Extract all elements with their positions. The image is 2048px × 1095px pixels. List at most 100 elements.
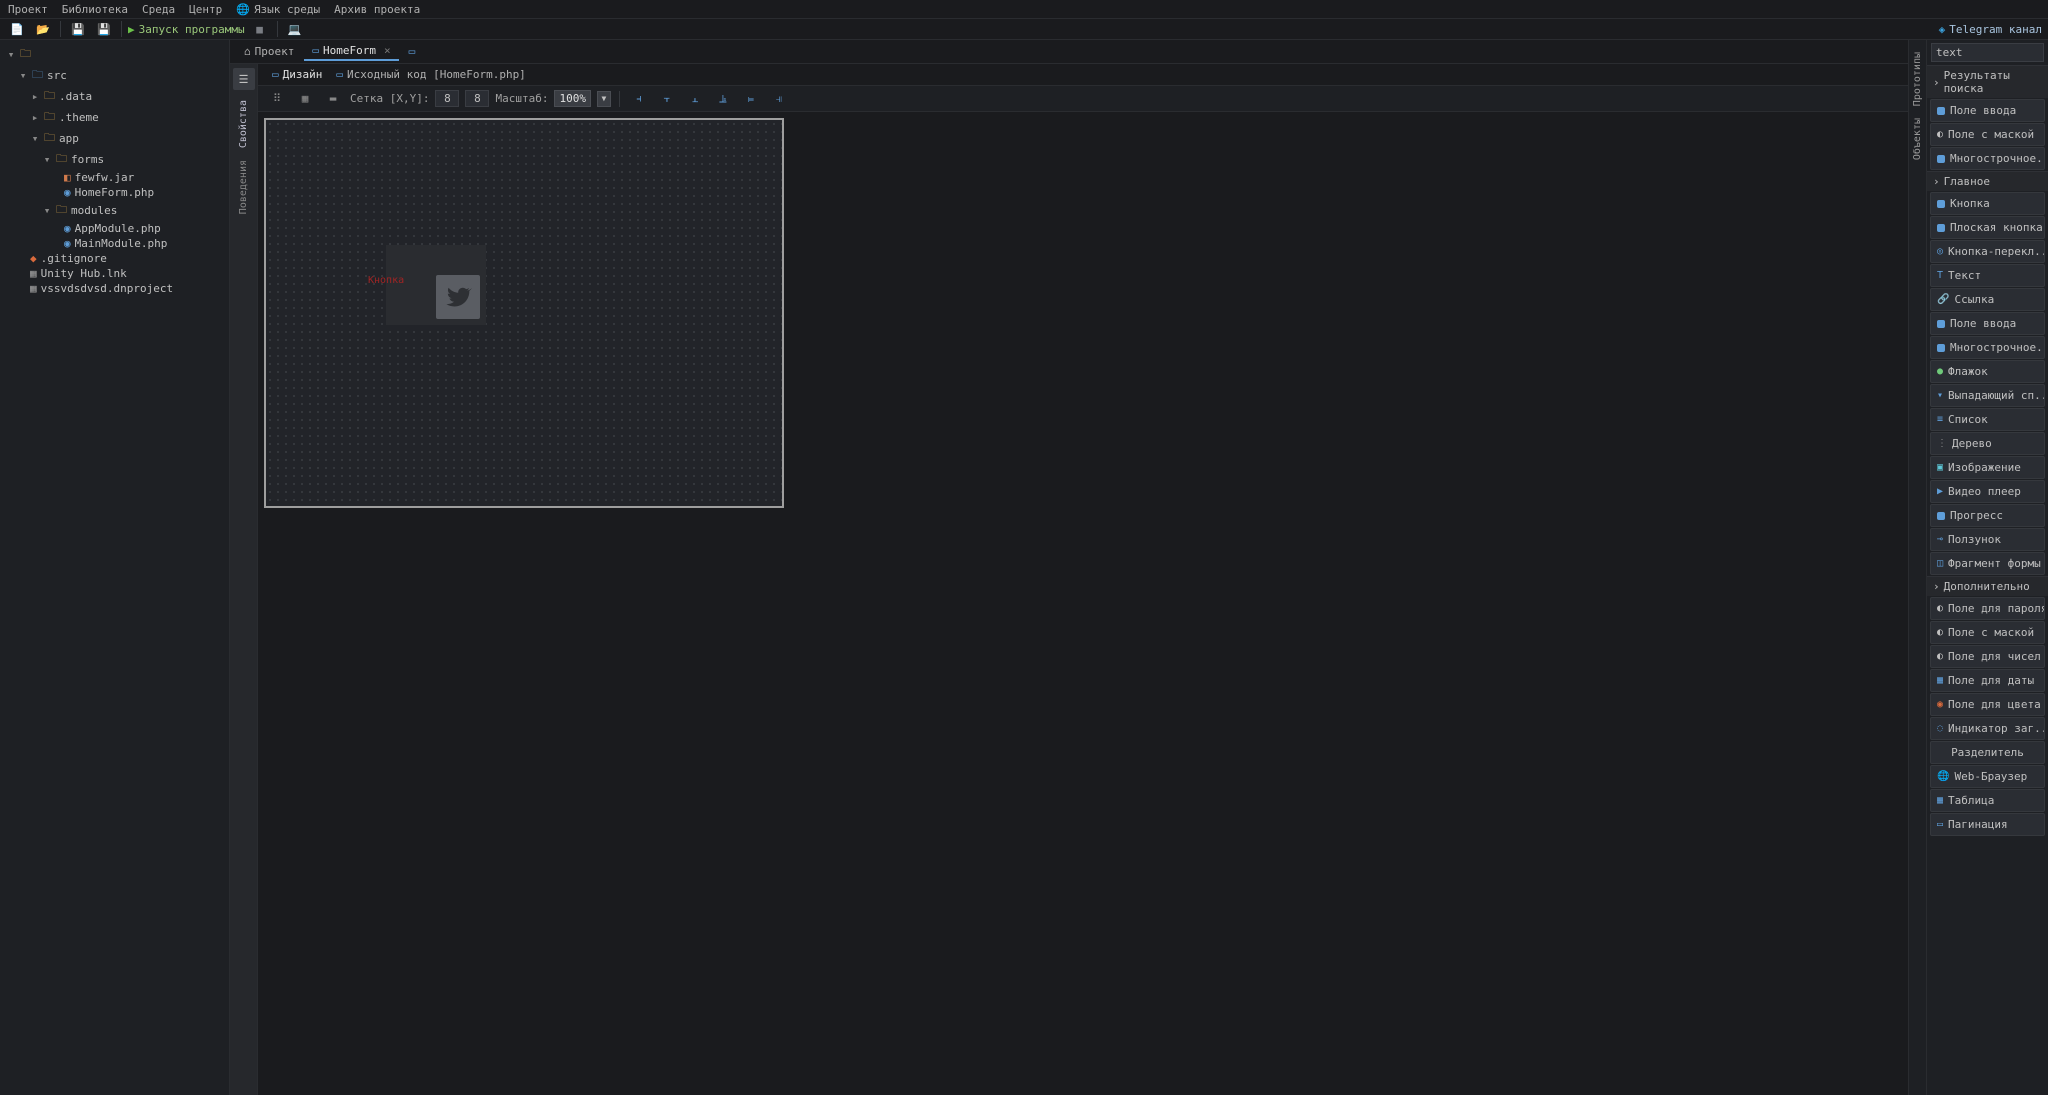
proto-progress[interactable]: Прогресс (1930, 504, 2045, 527)
side-tab-behavior[interactable]: Поведения (238, 154, 249, 220)
rail-tab-objects[interactable]: Объекты (1912, 112, 1923, 166)
rail-tab-prototypes[interactable]: Прототипы (1912, 46, 1923, 112)
project-file-icon: ▦ (30, 282, 37, 295)
proto-webbrowser[interactable]: 🌐Web-Браузер (1930, 765, 2045, 788)
proto-input-field[interactable]: Поле ввода (1930, 99, 2045, 122)
proto-checkbox[interactable]: ●Флажок (1930, 360, 2045, 383)
proto-color[interactable]: ◉Поле для цвета (1930, 693, 2045, 716)
group-main[interactable]: ›Главное (1927, 171, 2048, 191)
tree-item-data[interactable]: ▸🗀.data (0, 86, 229, 107)
menu-center[interactable]: Центр (189, 3, 222, 16)
subtab-source[interactable]: ▭Исходный код [HomeForm.php] (330, 66, 531, 83)
tree-item-appmodule[interactable]: ◉AppModule.php (0, 221, 229, 236)
menu-env[interactable]: Среда (142, 3, 175, 16)
proto-multiline[interactable]: Многострочное... (1930, 147, 2045, 170)
align-left-button[interactable]: ⫞ (628, 90, 650, 108)
proto-link[interactable]: 🔗Ссылка (1930, 288, 2045, 311)
tree-item-src[interactable]: ▾🗀src (0, 65, 229, 86)
proto-separator[interactable]: Разделитель (1930, 741, 2045, 764)
proto-loader[interactable]: ◌Индикатор заг... (1930, 717, 2045, 740)
tree-item-unityhub[interactable]: ▦Unity Hub.lnk (0, 266, 229, 281)
grid-x-input[interactable] (435, 90, 459, 107)
telegram-link[interactable]: ◈Telegram канал (1939, 23, 2042, 36)
proto-flat-button[interactable]: Плоская кнопка (1930, 216, 2045, 239)
tree-item-forms[interactable]: ▾🗀forms (0, 149, 229, 170)
widget-button[interactable]: Кнопка (386, 245, 486, 325)
jar-file-icon: ◧ (64, 171, 71, 184)
snap-dots-button[interactable]: ⠿ (266, 90, 288, 108)
proto-multiline-2[interactable]: Многострочное... (1930, 336, 2045, 359)
close-tab-icon[interactable]: × (384, 44, 391, 57)
tree-item-theme[interactable]: ▸🗀.theme (0, 107, 229, 128)
text-icon: T (1937, 270, 1943, 281)
align-top-button[interactable]: ⫠ (684, 90, 706, 108)
tree-item-modules[interactable]: ▾🗀modules (0, 200, 229, 221)
toolbar: 📄 📂 💾 💾 ▶Запуск программы ■ 💻 ◈Telegram … (0, 18, 2048, 40)
grid-y-input[interactable] (465, 90, 489, 107)
group-results[interactable]: ›Результаты поиска (1927, 65, 2048, 98)
proto-number[interactable]: ◐Поле для чисел (1930, 645, 2045, 668)
tree-item-root[interactable]: ▾🗀 (0, 44, 229, 65)
menu-archive[interactable]: Архив проекта (334, 3, 420, 16)
table-icon: ▦ (1937, 795, 1943, 806)
design-toolbar: ⠿ ▦ ▬ Сетка [X,Y]: Масштаб: 100% ▼ ⫞ ⫟ ⫠… (258, 86, 1908, 112)
tab-homeform[interactable]: ▭HomeForm× (304, 42, 398, 61)
tree-item-gitignore[interactable]: ◆.gitignore (0, 251, 229, 266)
proto-table[interactable]: ▦Таблица (1930, 789, 2045, 812)
side-tab-properties[interactable]: Свойства (238, 94, 249, 154)
save-button[interactable]: 💾 (67, 20, 89, 38)
proto-input-field-2[interactable]: Поле ввода (1930, 312, 2045, 335)
new-project-button[interactable]: 📄 (6, 20, 28, 38)
separator (277, 21, 278, 37)
group-extra[interactable]: ›Дополнительно (1927, 576, 2048, 596)
form-canvas[interactable]: Кнопка (264, 118, 784, 508)
stop-button[interactable]: ■ (249, 20, 271, 38)
proto-slider[interactable]: ⊸Ползунок (1930, 528, 2045, 551)
align-center-h-button[interactable]: ⫢ (740, 90, 762, 108)
snap-grid-button[interactable]: ▦ (294, 90, 316, 108)
snap-solid-button[interactable]: ▬ (322, 90, 344, 108)
zoom-dropdown[interactable]: ▼ (597, 91, 611, 107)
menu-lang[interactable]: 🌐Язык среды (236, 3, 320, 16)
proto-date[interactable]: ▦Поле для даты (1930, 669, 2045, 692)
design-canvas-viewport[interactable]: Кнопка (258, 112, 1908, 1095)
proto-pagination[interactable]: ▭Пагинация (1930, 813, 2045, 836)
open-folder-button[interactable]: 📂 (32, 20, 54, 38)
proto-password[interactable]: ◐Поле для пароля (1930, 597, 2045, 620)
home-icon: ⌂ (244, 45, 251, 58)
proto-masked-field[interactable]: ◐Поле с маской (1930, 123, 2045, 146)
proto-text[interactable]: TТекст (1930, 264, 2045, 287)
proto-masked-2[interactable]: ◐Поле с маской (1930, 621, 2045, 644)
proto-list[interactable]: ≡Список (1930, 408, 2045, 431)
tab-extra[interactable]: ▭ (401, 43, 424, 60)
align-right-button[interactable]: ⫟ (656, 90, 678, 108)
tab-project[interactable]: ⌂Проект (236, 43, 302, 60)
subtab-design[interactable]: ▭Дизайн (266, 66, 328, 83)
tree-item-mainmodule[interactable]: ◉MainModule.php (0, 236, 229, 251)
loader-icon: ◌ (1937, 723, 1943, 734)
color-icon: ◉ (1937, 699, 1943, 710)
save-all-button[interactable]: 💾 (93, 20, 115, 38)
tree-item-fewfw[interactable]: ◧fewfw.jar (0, 170, 229, 185)
tree-item-app[interactable]: ▾🗀app (0, 128, 229, 149)
proto-video[interactable]: ▶Видео плеер (1930, 480, 2045, 503)
run-program-button[interactable]: ▶Запуск программы (128, 23, 245, 36)
proto-dropdown[interactable]: ▾Выпадающий сп... (1930, 384, 2045, 407)
zoom-value[interactable]: 100% (554, 90, 591, 107)
proto-image[interactable]: ▣Изображение (1930, 456, 2045, 479)
console-button[interactable]: 💻 (284, 20, 306, 38)
proto-toggle-button[interactable]: ◎Кнопка-перекл... (1930, 240, 2045, 263)
tree-item-dnproject[interactable]: ▦vssvdsdvsd.dnproject (0, 281, 229, 296)
tree-item-homeform-php[interactable]: ◉HomeForm.php (0, 185, 229, 200)
proto-button[interactable]: Кнопка (1930, 192, 2045, 215)
align-center-v-button[interactable]: ⫣ (768, 90, 790, 108)
align-bottom-button[interactable]: ⫡ (712, 90, 734, 108)
side-tab-panel-button[interactable]: ☰ (233, 68, 255, 90)
proto-tree[interactable]: ⋮Дерево (1930, 432, 2045, 455)
chevron-right-icon: › (1933, 76, 1940, 89)
proto-form-fragment[interactable]: ◫Фрагмент формы (1930, 552, 2045, 575)
menu-project[interactable]: Проект (8, 3, 48, 16)
separator (619, 91, 620, 107)
menu-library[interactable]: Библиотека (62, 3, 128, 16)
prototype-search-input[interactable] (1931, 43, 2044, 62)
